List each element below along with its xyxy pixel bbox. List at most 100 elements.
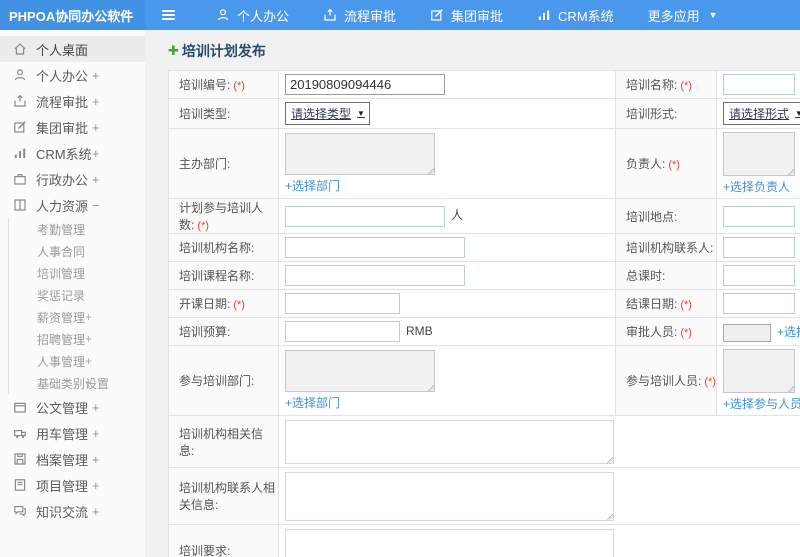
expand-icon[interactable]: + [92, 146, 100, 161]
sidebar-subitem-基础类别设置[interactable]: 基础类别设置 + [8, 372, 145, 394]
sidebar-subitem-培训管理[interactable]: 培训管理 [8, 262, 145, 284]
org-name-label: 培训机构名称: [179, 241, 255, 255]
select-dept-link[interactable]: +选择部门 [285, 177, 340, 194]
select-join-people-link[interactable]: +选择参与人员 [723, 395, 800, 412]
sidebar-subitem-人事管理[interactable]: 人事管理 + [8, 350, 145, 372]
hamburger-menu-icon[interactable] [151, 0, 185, 30]
course-name-input[interactable] [285, 265, 465, 286]
nav-item-流程审批[interactable]: 流程审批 [306, 0, 413, 30]
planned-count-input[interactable] [285, 205, 445, 227]
sidebar-item-集团审批[interactable]: 集团审批 + [0, 114, 145, 140]
sidebar-subitem-奖惩记录[interactable]: 奖惩记录 [8, 284, 145, 306]
chevron-down-icon: ▼ [795, 109, 800, 118]
row-org-name: 培训机构名称: 培训机构联系人: [168, 233, 800, 262]
chart-icon [538, 10, 550, 20]
expand-icon[interactable]: + [85, 376, 92, 390]
sidebar-subitem-考勤管理[interactable]: 考勤管理 [8, 218, 145, 240]
select-join-dept-link[interactable]: +选择部门 [285, 394, 340, 411]
leader-label: 负责人: [626, 157, 666, 171]
sidebar-item-个人办公[interactable]: 个人办公 + [0, 62, 145, 88]
total-hours-input[interactable] [723, 265, 795, 286]
sidebar-item-label: 用车管理 [36, 426, 89, 442]
approver-label: 审批人员: [626, 325, 678, 339]
training-name-input[interactable] [723, 74, 795, 95]
org-contact-info-textarea[interactable] [285, 471, 614, 521]
nav-item-label: 更多应用 [647, 8, 700, 24]
sidebar-item-行政办公[interactable]: 行政办公 + [0, 166, 145, 192]
row-course-name: 培训课程名称: 总课时: [168, 261, 800, 290]
expand-icon[interactable]: − [92, 198, 100, 213]
select-approver-link[interactable]: +选择审批人员 [777, 323, 800, 340]
sidebar-item-CRM系统[interactable]: CRM系统 + [0, 140, 145, 166]
sidebar-item-label: 公文管理 [36, 400, 89, 416]
expand-icon[interactable]: + [92, 68, 100, 83]
nav-item-个人办公[interactable]: 个人办公 [199, 0, 306, 30]
app-logo: PHPOA协同办公软件 [0, 0, 145, 30]
expand-icon[interactable]: + [92, 478, 100, 493]
row-training-type: 培训类型: 请选择类型 ▼ 培训形式: 请选择形式 ▼ [168, 98, 800, 129]
sidebar-item-用车管理[interactable]: 用车管理 + [0, 420, 145, 446]
workflow-icon [324, 8, 336, 21]
nav-item-更多应用[interactable]: 更多应用 ▼ [631, 0, 735, 30]
expand-icon[interactable]: + [85, 354, 92, 368]
training-no-input[interactable] [285, 74, 445, 95]
edit-icon [14, 121, 26, 133]
nav-item-集团审批[interactable]: 集团审批 [413, 0, 520, 30]
user-icon [217, 9, 229, 21]
host-dept-textarea[interactable] [285, 133, 435, 175]
end-date-input[interactable] [723, 293, 795, 314]
nav-item-CRM系统[interactable]: CRM系统 [520, 0, 631, 30]
sidebar-subitem-招聘管理[interactable]: 招聘管理 + [8, 328, 145, 350]
select-leader-link[interactable]: +选择负责人 [723, 178, 790, 195]
sidebar-subitem-人事合同[interactable]: 人事合同 [8, 240, 145, 262]
training-form-select[interactable]: 请选择形式 ▼ [723, 102, 800, 125]
expand-icon[interactable]: + [92, 452, 100, 467]
total-hours-label: 总课时: [626, 269, 666, 283]
sidebar-item-label: 人事管理 [37, 354, 86, 369]
host-dept-label: 主办部门: [179, 157, 231, 171]
sidebar-item-项目管理[interactable]: 项目管理 + [0, 472, 145, 498]
expand-icon[interactable]: + [92, 400, 100, 415]
requirements-label: 培训要求: [179, 544, 231, 557]
row-org-contact-info: 培训机构联系人相关信息: [168, 467, 800, 525]
briefcase-icon [14, 174, 26, 185]
sidebar-item-个人桌面[interactable]: 个人桌面 [0, 36, 145, 62]
location-input[interactable] [723, 205, 795, 227]
sidebar-item-知识交流[interactable]: 知识交流 + [0, 498, 145, 524]
expand-icon[interactable]: + [92, 120, 100, 135]
sidebar-item-label: 人事合同 [37, 244, 86, 259]
nav-item-label: 个人办公 [237, 8, 290, 24]
unit-rmb: RMB [406, 323, 433, 338]
expand-icon[interactable]: + [92, 94, 100, 109]
project-icon [14, 479, 26, 491]
expand-icon[interactable]: + [85, 332, 92, 346]
add-icon: ✚ [168, 43, 179, 58]
chat-icon [14, 506, 26, 517]
org-contact-input[interactable] [723, 237, 795, 258]
row-host-dept: 主办部门: +选择部门 负责人: (*) +选择负责人 [168, 128, 800, 199]
row-dates: 开课日期: (*) 结课日期: (*) [168, 289, 800, 318]
budget-input[interactable] [285, 321, 400, 342]
expand-icon[interactable]: + [92, 172, 100, 187]
sidebar-item-label: 知识交流 [36, 504, 89, 520]
row-org-info: 培训机构相关信息: [168, 415, 800, 468]
training-type-select[interactable]: 请选择类型 ▼ [285, 102, 370, 125]
approver-input[interactable] [723, 323, 771, 342]
sidebar-item-档案管理[interactable]: 档案管理 + [0, 446, 145, 472]
sidebar-item-流程审批[interactable]: 流程审批 + [0, 88, 145, 114]
requirements-textarea[interactable] [285, 528, 614, 557]
expand-icon[interactable]: + [92, 504, 100, 519]
expand-icon[interactable]: + [85, 310, 92, 324]
sidebar-item-公文管理[interactable]: 公文管理 + [0, 394, 145, 420]
org-name-input[interactable] [285, 237, 465, 258]
join-dept-textarea[interactable] [285, 350, 435, 392]
org-info-textarea[interactable] [285, 419, 614, 464]
sidebar-item-人力资源[interactable]: 人力资源 − [0, 192, 145, 218]
expand-icon[interactable]: + [92, 426, 100, 441]
start-date-input[interactable] [285, 293, 400, 314]
leader-textarea[interactable] [723, 132, 795, 176]
join-people-textarea[interactable] [723, 349, 795, 393]
sidebar-subitem-薪资管理[interactable]: 薪资管理 + [8, 306, 145, 328]
main-content: ✚ 培训计划发布 培训编号:(*) 培训名称:(*) 培训类型: 请选择类型▼ … [145, 30, 800, 557]
chart-icon [14, 148, 26, 158]
